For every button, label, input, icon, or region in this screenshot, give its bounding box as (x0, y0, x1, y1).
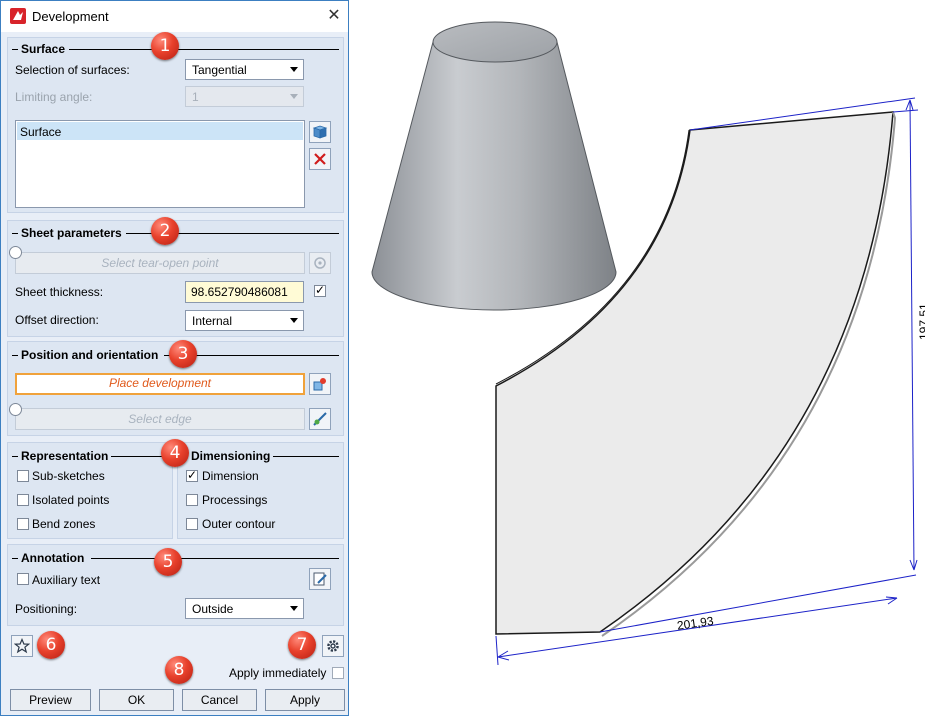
callout-badge-1: 1 (151, 32, 179, 60)
outer-contour-checkbox[interactable] (186, 518, 198, 530)
section-dash (12, 355, 18, 356)
callout-badge-4: 4 (161, 439, 189, 467)
dropdown-value: Internal (192, 314, 233, 328)
edge-handle[interactable] (9, 403, 22, 416)
isolated-points-label: Isolated points (32, 493, 110, 507)
selection-of-surfaces-dropdown[interactable]: Tangential (185, 59, 304, 80)
chevron-down-icon (290, 94, 298, 99)
annotation-title: Annotation (21, 551, 85, 565)
preview-button[interactable]: Preview (10, 689, 91, 711)
select-edge-button[interactable]: Select edge (15, 408, 305, 430)
place-development-button[interactable]: Place development (15, 373, 305, 395)
close-icon[interactable]: ✕ (325, 7, 343, 25)
list-item[interactable]: Surface (17, 122, 303, 140)
dimension-height-label: 197,51 (917, 303, 925, 340)
offset-direction-label: Offset direction: (15, 313, 99, 327)
callout-badge-2: 2 (151, 217, 179, 245)
dialog-title: Development (32, 9, 109, 24)
chevron-down-icon (290, 67, 298, 72)
delete-x-icon (314, 153, 326, 165)
representation-title: Representation (21, 449, 109, 463)
tear-point-handle[interactable] (9, 246, 22, 259)
bend-zones-checkbox[interactable] (17, 518, 29, 530)
edit-text-button[interactable] (309, 568, 331, 590)
outer-contour-label: Outer contour (202, 517, 276, 531)
selection-of-surfaces-label: Selection of surfaces: (15, 63, 130, 77)
positioning-label: Positioning: (15, 602, 78, 616)
pick-surface-icon (312, 125, 328, 139)
ok-button[interactable]: OK (99, 689, 174, 711)
callout-badge-6: 6 (37, 631, 65, 659)
dimension-label: Dimension (202, 469, 259, 483)
dropdown-value: Outside (192, 602, 234, 616)
surface-list[interactable]: Surface (15, 120, 305, 208)
truncated-cone (371, 21, 617, 311)
sheet-parameters-title: Sheet parameters (21, 226, 122, 240)
section-rule (111, 456, 166, 457)
auxiliary-text-label: Auxiliary text (32, 573, 101, 587)
hicad-app-icon (10, 8, 26, 24)
callout-badge-5: 5 (154, 548, 182, 576)
dimension-checkbox[interactable] (186, 468, 198, 482)
sub-sketches-checkbox[interactable] (17, 470, 29, 482)
edit-text-icon (313, 572, 327, 586)
title-bar: Development ✕ (1, 1, 348, 32)
positioning-dropdown[interactable]: Outside (185, 598, 304, 619)
limiting-angle-label: Limiting angle: (15, 90, 93, 104)
apply-immediately-label: Apply immediately (229, 666, 327, 680)
favorites-button[interactable] (11, 635, 33, 657)
delete-button[interactable] (309, 148, 331, 170)
callout-badge-8: 8 (165, 656, 193, 684)
sheet-thickness-input[interactable]: 98.652790486081 (185, 281, 304, 303)
list-item-label: Surface (20, 125, 62, 139)
callout-badge-3: 3 (169, 340, 197, 368)
isolated-points-checkbox[interactable] (17, 494, 29, 506)
position-orientation-title: Position and orientation (21, 348, 159, 362)
processings-checkbox[interactable] (186, 494, 198, 506)
dimensioning-title: Dimensioning (191, 449, 271, 463)
dropdown-value: 1 (192, 90, 199, 104)
auxiliary-text-checkbox[interactable] (17, 573, 29, 585)
model-viewport[interactable]: 201,93 197,51 (355, 0, 925, 719)
place-icon (313, 378, 326, 391)
development-dialog: Development ✕ Surface Selection of surfa… (0, 0, 349, 716)
apply-immediately-checkbox[interactable] (332, 667, 344, 679)
place-button[interactable] (309, 373, 331, 395)
section-dash (12, 456, 18, 457)
gear-icon (327, 640, 339, 652)
processings-label: Processings (202, 493, 268, 507)
sheet-thickness-value: 98.652790486081 (191, 285, 288, 299)
chevron-down-icon (290, 606, 298, 611)
section-dash (12, 558, 18, 559)
bend-zones-label: Bend zones (32, 517, 96, 531)
star-icon (14, 638, 30, 654)
select-tear-open-point-button[interactable]: Select tear-open point (15, 252, 305, 274)
chevron-down-icon (290, 318, 298, 323)
surface-section-title: Surface (21, 42, 66, 56)
section-dash (12, 233, 18, 234)
section-rule (69, 49, 339, 50)
settings-button[interactable] (322, 635, 344, 657)
dropdown-value: Tangential (192, 63, 247, 77)
limiting-angle-dropdown[interactable]: 1 (185, 86, 304, 107)
dimension-width-label: 201,93 (676, 614, 715, 633)
pick-point-button[interactable] (309, 252, 331, 274)
pick-edge-icon (313, 412, 327, 426)
section-rule (91, 558, 339, 559)
sheet-thickness-label: Sheet thickness: (15, 285, 104, 299)
sub-sketches-label: Sub-sketches (32, 469, 105, 483)
sheet-thickness-checkbox[interactable] (314, 283, 326, 297)
section-dash (12, 49, 18, 50)
cancel-button[interactable]: Cancel (182, 689, 257, 711)
callout-badge-7: 7 (288, 631, 316, 659)
offset-direction-dropdown[interactable]: Internal (185, 310, 304, 331)
pick-surface-button[interactable] (309, 121, 331, 143)
pick-point-icon (314, 257, 326, 269)
apply-button[interactable]: Apply (265, 689, 345, 711)
section-rule (273, 456, 339, 457)
pick-edge-button[interactable] (309, 408, 331, 430)
